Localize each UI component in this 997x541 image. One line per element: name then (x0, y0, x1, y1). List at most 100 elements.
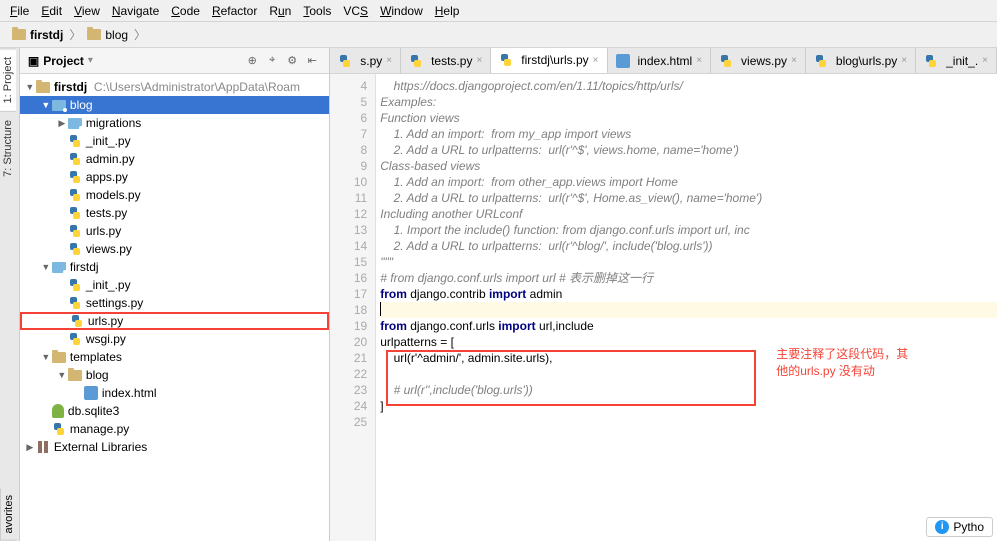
code-line[interactable]: # from django.conf.urls import url # 表示删… (380, 270, 997, 286)
hide-icon[interactable]: ⇤ (303, 52, 321, 70)
side-tab-favorites[interactable]: avorites (0, 489, 17, 541)
tree-item[interactable]: index.html (102, 386, 157, 400)
tree-item[interactable]: blog (86, 368, 109, 382)
python-file-icon (68, 152, 82, 166)
close-icon[interactable]: × (901, 55, 907, 66)
chevron-right-icon[interactable]: ▶ (56, 118, 68, 129)
menu-window[interactable]: Window (374, 2, 429, 20)
tree-item[interactable]: apps.py (86, 170, 128, 184)
code-content[interactable]: https://docs.djangoproject.com/en/1.11/t… (376, 74, 997, 541)
side-tab-project[interactable]: 1: Project (0, 48, 16, 111)
editor-tab[interactable]: firstdj\urls.py× (491, 48, 607, 74)
code-line[interactable]: from django.conf.urls import url,include (380, 318, 997, 334)
package-icon (68, 118, 82, 129)
editor-tab[interactable]: index.html× (608, 48, 712, 73)
tree-item[interactable]: settings.py (86, 296, 143, 310)
tree-item[interactable]: wsgi.py (86, 332, 126, 346)
gear-icon[interactable]: ⚙ (283, 52, 301, 70)
menu-view[interactable]: View (68, 2, 106, 20)
tree-ext-lib[interactable]: External Libraries (54, 440, 147, 454)
code-line[interactable]: Function views (380, 110, 997, 126)
side-tab-structure[interactable]: 7: Structure (0, 111, 16, 185)
menu-run[interactable]: Run (263, 2, 297, 20)
chevron-down-icon[interactable]: ▼ (24, 82, 36, 92)
project-panel: ▣Project ▾ ⊕ ⌖ ⚙ ⇤ ▼firstdj C:\Users\Adm… (20, 48, 330, 541)
breadcrumb: firstdj 〉 blog 〉 (0, 22, 997, 48)
code-line[interactable] (380, 414, 997, 430)
chevron-down-icon[interactable]: ▼ (56, 370, 68, 380)
code-line[interactable]: 2. Add a URL to urlpatterns: url(r'^blog… (380, 238, 997, 254)
close-icon[interactable]: × (593, 55, 599, 66)
menu-edit[interactable]: Edit (35, 2, 68, 20)
breadcrumb-sub[interactable]: blog (83, 28, 132, 42)
code-line[interactable]: Class-based views (380, 158, 997, 174)
menu-navigate[interactable]: Navigate (106, 2, 165, 20)
code-line[interactable]: Examples: (380, 94, 997, 110)
code-line[interactable]: https://docs.djangoproject.com/en/1.11/t… (380, 78, 997, 94)
project-panel-header: ▣Project ▾ ⊕ ⌖ ⚙ ⇤ (20, 48, 329, 74)
code-line[interactable]: 2. Add a URL to urlpatterns: url(r'^$', … (380, 142, 997, 158)
code-line[interactable]: 1. Import the include() function: from d… (380, 222, 997, 238)
python-file-icon (924, 54, 938, 68)
python-file-icon (68, 134, 82, 148)
tree-item[interactable]: views.py (86, 242, 132, 256)
close-icon[interactable]: × (982, 55, 988, 66)
status-lang[interactable]: i Pytho (926, 517, 993, 537)
tab-label: s.py (360, 54, 382, 68)
editor-tab[interactable]: _init_.× (916, 48, 997, 73)
menu-vcs[interactable]: VCS (337, 2, 374, 20)
chevron-down-icon[interactable]: ▼ (40, 100, 52, 110)
editor-tab[interactable]: tests.py × (401, 48, 491, 73)
code-line[interactable]: """ (380, 254, 997, 270)
collapse-icon[interactable]: ⊕ (243, 52, 261, 70)
tab-label: views.py (741, 54, 787, 68)
dropdown-icon[interactable]: ▾ (88, 55, 93, 66)
editor-tab[interactable]: blog\urls.py× (806, 48, 916, 73)
locate-icon[interactable]: ⌖ (263, 52, 281, 70)
menu-code[interactable]: Code (165, 2, 206, 20)
code-line[interactable]: 2. Add a URL to urlpatterns: url(r'^$', … (380, 190, 997, 206)
tree-item[interactable]: admin.py (86, 152, 135, 166)
tree-item[interactable]: db.sqlite3 (68, 404, 119, 418)
tree-item-urls[interactable]: urls.py (88, 314, 123, 328)
code-line[interactable]: 1. Add an import: from other_app.views i… (380, 174, 997, 190)
code-line[interactable]: from django.contrib import admin (380, 286, 997, 302)
chevron-down-icon[interactable]: ▼ (40, 262, 52, 272)
code-line[interactable] (380, 302, 997, 318)
chevron-down-icon[interactable]: ▼ (40, 352, 52, 362)
close-icon[interactable]: × (791, 55, 797, 66)
menu-file[interactable]: File (4, 2, 35, 20)
tree-root[interactable]: firstdj (54, 80, 87, 94)
tree-item[interactable]: migrations (86, 116, 141, 130)
code-line[interactable]: Including another URLconf (380, 206, 997, 222)
tree-item[interactable]: _init_.py (86, 134, 131, 148)
editor-area: s.py×tests.py×firstdj\urls.py×index.html… (330, 48, 997, 541)
tree-item[interactable]: models.py (86, 188, 141, 202)
tree-blog[interactable]: blog (70, 98, 93, 112)
close-icon[interactable]: × (696, 55, 702, 66)
tree-item[interactable]: tests.py (86, 206, 127, 220)
python-file-icon (814, 54, 828, 68)
breadcrumb-sep: 〉 (67, 26, 83, 43)
tree-firstdj[interactable]: firstdj (70, 260, 99, 274)
tree-item[interactable]: urls.py (86, 224, 121, 238)
close-icon[interactable]: × (386, 55, 392, 66)
close-icon[interactable]: × (476, 55, 482, 66)
code-editor[interactable]: 45678910111213141516171819202122232425 h… (330, 74, 997, 541)
menu-tools[interactable]: Tools (297, 2, 337, 20)
tree-item[interactable]: manage.py (70, 422, 129, 436)
tab-label: tests.py (431, 54, 472, 68)
menu-help[interactable]: Help (429, 2, 466, 20)
python-file-icon (719, 54, 733, 68)
chevron-right-icon[interactable]: ▶ (24, 442, 36, 453)
tree-item[interactable]: _init_.py (86, 278, 131, 292)
menu-refactor[interactable]: Refactor (206, 2, 263, 20)
breadcrumb-root[interactable]: firstdj (8, 28, 67, 42)
editor-tab[interactable]: views.py × (711, 48, 806, 73)
editor-tab[interactable]: s.py × (330, 48, 401, 73)
tree-templates[interactable]: templates (70, 350, 122, 364)
code-line[interactable]: 1. Add an import: from my_app import vie… (380, 126, 997, 142)
folder-icon (68, 370, 82, 381)
database-icon (52, 404, 64, 418)
project-tree[interactable]: ▼firstdj C:\Users\Administrator\AppData\… (20, 74, 329, 541)
